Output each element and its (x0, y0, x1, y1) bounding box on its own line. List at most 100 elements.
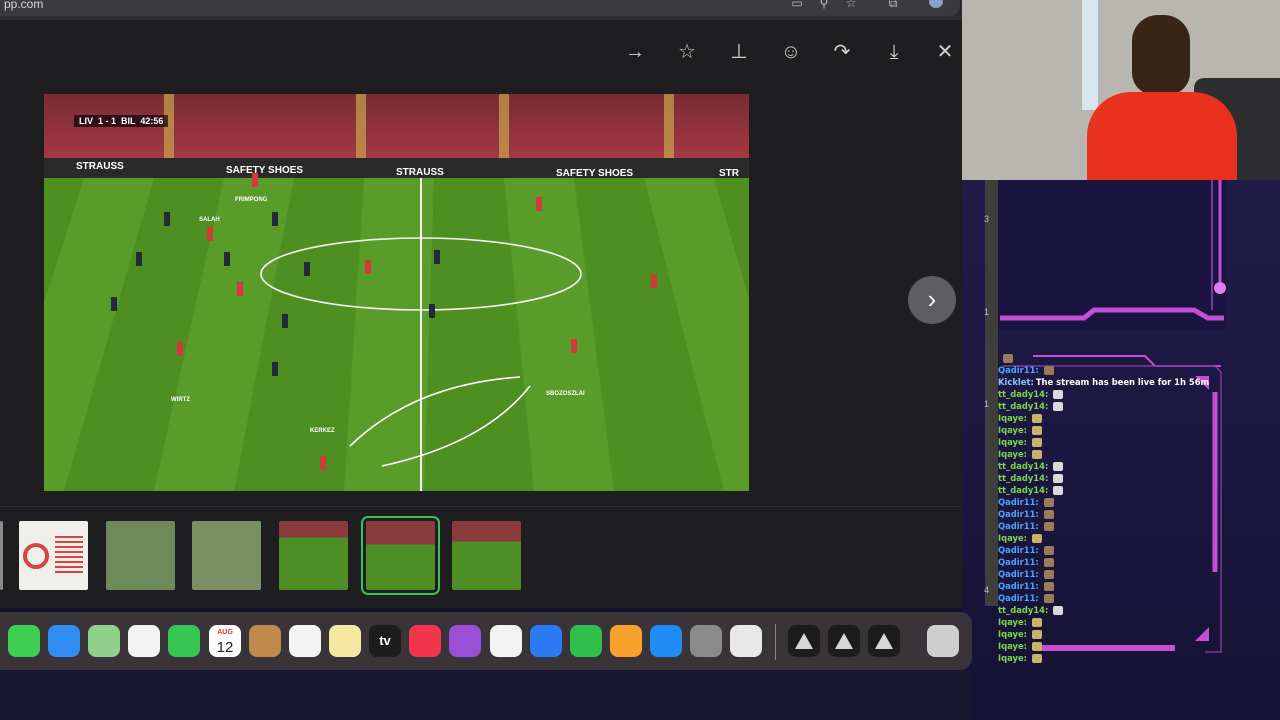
close-icon[interactable]: ✕ (933, 40, 957, 64)
thumbnail[interactable] (19, 521, 88, 590)
zoom-icon[interactable]: ⚲ (817, 0, 831, 10)
chat-username[interactable]: Iqaye: (998, 617, 1027, 627)
chat-message: Iqaye: (998, 412, 1213, 424)
chat-emote-icon (1032, 534, 1042, 543)
webcam-feed (962, 0, 1280, 180)
chat-username[interactable]: Qadir11: (998, 545, 1039, 555)
chat-message: Iqaye: (998, 448, 1213, 460)
chat-username[interactable]: tt_dady14: (998, 485, 1048, 495)
pin-icon[interactable]: ⊥ (727, 40, 751, 64)
chat-emote-icon (1032, 630, 1042, 639)
chat-username[interactable]: Kicklet: (998, 377, 1034, 387)
news-icon[interactable] (490, 625, 522, 657)
favorite-star-icon[interactable]: ☆ (675, 40, 699, 64)
chat-message: Iqaye: (998, 532, 1213, 544)
chat-username[interactable]: Iqaye: (998, 629, 1027, 639)
chat-emote-icon (1032, 450, 1042, 459)
chat-message: Iqaye: (998, 628, 1213, 640)
chat-message: tt_dady14: (998, 400, 1213, 412)
player-label-wirtz: WIRTZ (171, 397, 190, 403)
share-icon[interactable]: ↷ (830, 40, 854, 64)
chat-emote-icon (1043, 594, 1054, 603)
notes-icon[interactable] (329, 625, 361, 657)
side-marker: 3 (984, 214, 990, 224)
side-marker: 1 (984, 399, 990, 409)
thumbnail-partial[interactable] (0, 521, 3, 590)
trash-icon[interactable] (927, 625, 959, 657)
chat-username[interactable]: Iqaye: (998, 641, 1027, 651)
chat-emote-icon (1043, 366, 1054, 375)
chat-username[interactable]: tt_dady14: (998, 461, 1048, 471)
mail-icon[interactable] (48, 625, 80, 657)
chat-list: Qadir11: Kicklet: The stream has been live… (998, 352, 1213, 664)
chat-emote-icon (1053, 402, 1064, 411)
thumbnail-selected[interactable] (361, 516, 440, 595)
numbers-icon[interactable] (570, 625, 602, 657)
calendar-month: AUG (217, 629, 233, 636)
messages-icon[interactable] (8, 625, 40, 657)
iphone-mirroring-icon[interactable] (730, 625, 762, 657)
chat-username[interactable]: tt_dady14: (998, 473, 1048, 483)
maps-icon[interactable] (88, 625, 120, 657)
banner-ad: STR (719, 168, 739, 179)
address-bar-text: pp.com (4, 0, 44, 11)
stream-app-icon[interactable] (788, 625, 820, 657)
banner-ad: SAFETY SHOES (226, 165, 304, 176)
chat-username[interactable]: Iqaye: (998, 449, 1027, 459)
music-icon[interactable] (409, 625, 441, 657)
reminders-icon[interactable] (289, 625, 321, 657)
thumbnail[interactable] (452, 521, 521, 590)
contacts-icon[interactable] (249, 625, 281, 657)
chat-username[interactable]: Iqaye: (998, 425, 1027, 435)
facetime-icon[interactable] (168, 625, 200, 657)
forward-arrow-icon[interactable]: → (623, 40, 647, 64)
chat-message: Iqaye: (998, 640, 1213, 652)
chat-username[interactable]: Iqaye: (998, 437, 1027, 447)
thumbnail[interactable] (106, 521, 175, 590)
next-image-button[interactable]: › (908, 276, 956, 324)
chat-emote-icon (1053, 474, 1064, 483)
chat-username[interactable]: tt_dady14: (998, 389, 1048, 399)
chat-emote-icon (1032, 618, 1042, 627)
chat-username[interactable]: Iqaye: (998, 653, 1027, 663)
chat-emote-icon (1043, 558, 1054, 567)
chat-message: tt_dady14: (998, 460, 1213, 472)
keynote-icon[interactable] (530, 625, 562, 657)
chat-username[interactable]: Qadir11: (998, 521, 1039, 531)
chat-username[interactable]: tt_dady14: (998, 605, 1048, 615)
download-icon[interactable]: ⤓ (882, 40, 906, 64)
bookmark-star-icon[interactable]: ☆ (844, 0, 858, 10)
photos-icon[interactable] (128, 625, 160, 657)
app-store-icon[interactable] (650, 625, 682, 657)
chat-username[interactable]: Qadir11: (998, 593, 1039, 603)
banner-ad: STRAUSS (76, 161, 124, 172)
thumbnail[interactable] (279, 521, 348, 590)
chat-username[interactable]: Qadir11: (998, 557, 1039, 567)
thumbnail[interactable] (192, 521, 261, 590)
chat-username[interactable]: Qadir11: (998, 365, 1039, 375)
calendar-icon[interactable]: AUG 12 (209, 625, 241, 657)
desktop-background (0, 670, 972, 720)
banner-ad: SAFETY SHOES (556, 168, 634, 179)
chat-username[interactable]: Iqaye: (998, 413, 1027, 423)
chat-username[interactable]: Iqaye: (998, 533, 1027, 543)
side-marker: 4 (984, 585, 990, 595)
podcasts-icon[interactable] (449, 625, 481, 657)
bar-lines-icon (55, 536, 83, 576)
apple-tv-icon[interactable]: tv (369, 625, 401, 657)
stream-app-icon[interactable] (828, 625, 860, 657)
chat-username[interactable]: Qadir11: (998, 497, 1039, 507)
chat-emote-icon (1053, 390, 1064, 399)
chat-username[interactable]: Qadir11: (998, 569, 1039, 579)
pages-icon[interactable] (610, 625, 642, 657)
chat-username[interactable]: Qadir11: (998, 581, 1039, 591)
extension-icon[interactable]: ⧉ (886, 0, 900, 10)
settings-icon[interactable] (690, 625, 722, 657)
chat-username[interactable]: Qadir11: (998, 509, 1039, 519)
chat-username[interactable]: tt_dady14: (998, 401, 1048, 411)
stream-app-icon[interactable] (868, 625, 900, 657)
emoji-icon[interactable]: ☺ (779, 40, 803, 64)
player-label-szoboszlai: SBOZOSZLAI (546, 391, 585, 397)
screen-share-icon[interactable]: ▭ (790, 0, 804, 10)
address-bar[interactable]: pp.com (0, 0, 960, 16)
